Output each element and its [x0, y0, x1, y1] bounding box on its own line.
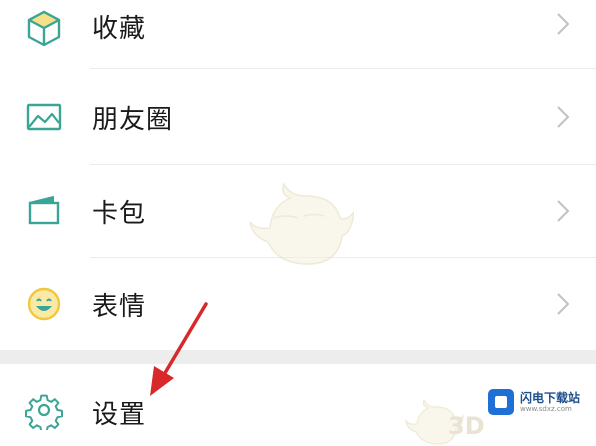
brand-url: www.sdxz.com — [520, 404, 572, 413]
menu-item-favorites[interactable]: 收藏 — [0, 0, 596, 70]
watermark-3d-text: 3D — [448, 412, 485, 440]
brand-name: 闪电下载站 — [520, 390, 581, 405]
chevron-right-icon — [557, 293, 570, 315]
section-separator — [0, 350, 596, 364]
watermark-mascot-icon — [249, 182, 354, 265]
wechat-me-screen: 收藏 朋友圈 卡包 表情 设置 3D 闪电下载站 www.sdxz.com — [0, 0, 596, 446]
menu-item-label: 朋友圈 — [92, 105, 174, 135]
chevron-right-icon — [557, 200, 570, 222]
gear-icon — [25, 394, 63, 430]
chevron-right-icon — [557, 106, 570, 128]
watermark-brand-badge: 闪电下载站 www.sdxz.com — [486, 384, 590, 420]
landscape-moments-icon — [26, 103, 62, 131]
menu-item-label: 收藏 — [92, 14, 147, 44]
chevron-right-icon — [557, 13, 570, 35]
wallet-cards-icon — [28, 195, 60, 225]
menu-item-label: 表情 — [92, 292, 147, 322]
cube-favorites-icon — [27, 10, 61, 47]
menu-item-label: 卡包 — [92, 199, 147, 229]
menu-item-label: 设置 — [92, 400, 147, 430]
divider — [90, 68, 596, 69]
menu-item-stickers[interactable]: 表情 — [0, 258, 596, 350]
brand-logo-icon — [488, 389, 514, 415]
menu-item-moments[interactable]: 朋友圈 — [0, 71, 596, 163]
smiley-stickers-icon — [27, 287, 61, 321]
